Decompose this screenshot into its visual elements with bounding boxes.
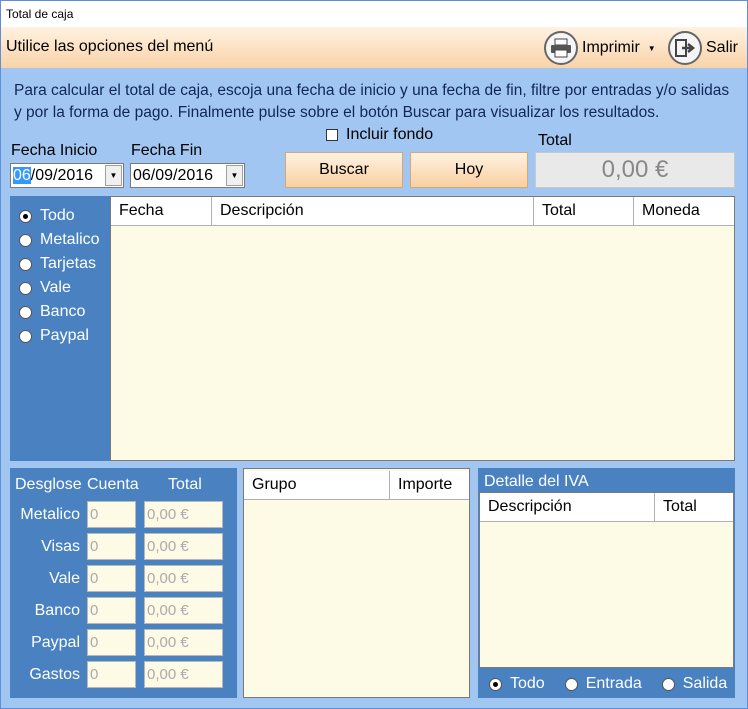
column-header[interactable]: Importe — [390, 471, 469, 499]
iva-title: Detalle del IVA — [484, 473, 589, 490]
cuenta-field[interactable]: 0 — [87, 533, 136, 560]
window-title: Total de caja — [6, 7, 74, 21]
radio-button[interactable] — [19, 257, 32, 271]
desglose-panel: Desglose Cuenta Total Metalico 0 0,00 € Vis… — [10, 468, 237, 698]
hoy-button[interactable]: Hoy — [410, 152, 528, 188]
cuenta-header: Cuenta — [87, 476, 139, 493]
total-field[interactable]: 0,00 € — [144, 597, 223, 624]
column-header[interactable]: Descripción — [212, 197, 534, 225]
cuenta-field[interactable]: 0 — [87, 565, 136, 592]
fecha-inicio-rest: /09/2016 — [30, 166, 94, 184]
exit-menu-label: Salir — [706, 39, 739, 56]
chevron-down-icon[interactable]: ▼ — [105, 165, 122, 186]
radio-label: Todo — [40, 207, 75, 224]
column-header[interactable]: Moneda — [634, 197, 734, 225]
iva-panel: Detalle del IVA Descripción Total Todo E… — [478, 468, 735, 698]
printer-icon — [544, 31, 578, 65]
radio-metalico[interactable]: Metalico — [19, 228, 110, 252]
radio-button[interactable] — [489, 677, 502, 691]
column-header[interactable]: Total — [534, 197, 634, 225]
radio-label: Paypal — [40, 327, 89, 344]
group-grid-header: Grupo Importe — [244, 471, 469, 500]
column-header[interactable]: Grupo — [244, 471, 390, 499]
instructions-text: Para calcular el total de caja, escoja u… — [14, 82, 730, 121]
desglose-row-label: Banco — [34, 602, 80, 619]
total-field[interactable]: 0,00 € — [144, 565, 223, 592]
total-header: Total — [168, 476, 202, 493]
radio-label: Salida — [682, 675, 728, 692]
desglose-row-label: Vale — [49, 570, 80, 587]
total-field[interactable]: 0,00 € — [144, 533, 223, 560]
radio-button[interactable] — [19, 329, 32, 343]
radio-button[interactable] — [19, 209, 32, 223]
column-header[interactable]: Total — [655, 493, 733, 521]
results-grid-header: Fecha Descripción Total Moneda — [111, 197, 734, 226]
radio-label: Banco — [40, 303, 86, 320]
chevron-down-icon: ▼ — [647, 43, 656, 53]
fecha-inicio-picker[interactable]: 06/09/2016 ▼ — [10, 163, 124, 188]
desglose-row-label: Visas — [41, 538, 80, 555]
total-field[interactable]: 0,00 € — [144, 629, 223, 656]
buscar-button[interactable]: Buscar — [285, 152, 403, 188]
exit-icon — [668, 31, 702, 65]
results-grid[interactable]: Fecha Descripción Total Moneda — [110, 196, 735, 461]
menu-hint: Utilice las opciones del menú — [6, 38, 214, 55]
total-display: 0,00 € — [535, 152, 735, 188]
radio-banco[interactable]: Banco — [19, 300, 110, 324]
radio-tarjetas[interactable]: Tarjetas — [19, 252, 110, 276]
radio-vale[interactable]: Vale — [19, 276, 110, 300]
radio-todo[interactable]: Todo — [19, 204, 110, 228]
incluir-fondo-checkbox[interactable]: Incluir fondo — [326, 126, 433, 144]
iva-grid-header: Descripción Total — [480, 493, 733, 522]
total-field[interactable]: 0,00 € — [144, 661, 223, 688]
fecha-inicio-selected-part: 06 — [13, 166, 31, 184]
cuenta-field[interactable]: 0 — [87, 629, 136, 656]
desglose-row-label: Gastos — [29, 666, 80, 683]
radio-label: Tarjetas — [40, 255, 97, 272]
iva-grid[interactable]: Descripción Total — [479, 492, 734, 668]
radio-paypal[interactable]: Paypal — [19, 324, 110, 348]
payment-type-panel: Todo Metalico Tarjetas Vale Banco Paypal — [10, 196, 110, 461]
menu-bar: Utilice las opciones del menú Imprimir ▼… — [1, 27, 747, 68]
radio-button[interactable] — [19, 281, 32, 295]
cuenta-field[interactable]: 0 — [87, 661, 136, 688]
radio-label: Todo — [510, 675, 545, 692]
iva-radio-todo[interactable]: Todo — [489, 672, 545, 696]
window-titlebar: Total de caja — [0, 0, 748, 27]
radio-label: Vale — [40, 279, 71, 296]
radio-button[interactable] — [19, 233, 32, 247]
radio-button[interactable] — [19, 305, 32, 319]
desglose-header: Desglose — [15, 476, 82, 493]
fecha-fin-value: 06/09/2016 — [133, 166, 214, 184]
total-field[interactable]: 0,00 € — [144, 501, 223, 528]
print-menu-button[interactable]: Imprimir ▼ — [544, 30, 656, 66]
total-label: Total — [538, 132, 572, 149]
checkbox-box[interactable] — [326, 129, 338, 141]
chevron-down-icon[interactable]: ▼ — [226, 165, 243, 186]
fecha-inicio-label: Fecha Inicio — [11, 142, 98, 159]
fecha-fin-picker[interactable]: 06/09/2016 ▼ — [130, 163, 245, 188]
desglose-row-label: Paypal — [31, 634, 80, 651]
radio-label: Metalico — [40, 231, 100, 248]
column-header[interactable]: Descripción — [480, 493, 655, 521]
exit-menu-button[interactable]: Salir — [668, 30, 738, 66]
radio-button[interactable] — [661, 677, 675, 691]
radio-label: Entrada — [585, 675, 642, 692]
cuenta-field[interactable]: 0 — [87, 501, 136, 528]
cuenta-field[interactable]: 0 — [87, 597, 136, 624]
iva-radio-salida[interactable]: Salida — [661, 672, 728, 696]
fecha-fin-label: Fecha Fin — [131, 142, 203, 159]
column-header[interactable]: Fecha — [111, 197, 212, 225]
iva-radio-entrada[interactable]: Entrada — [564, 672, 642, 696]
radio-button[interactable] — [564, 677, 578, 691]
incluir-fondo-label: Incluir fondo — [346, 126, 434, 143]
print-menu-label: Imprimir — [582, 39, 640, 56]
desglose-row-label: Metalico — [20, 506, 80, 523]
group-grid[interactable]: Grupo Importe — [243, 468, 470, 698]
